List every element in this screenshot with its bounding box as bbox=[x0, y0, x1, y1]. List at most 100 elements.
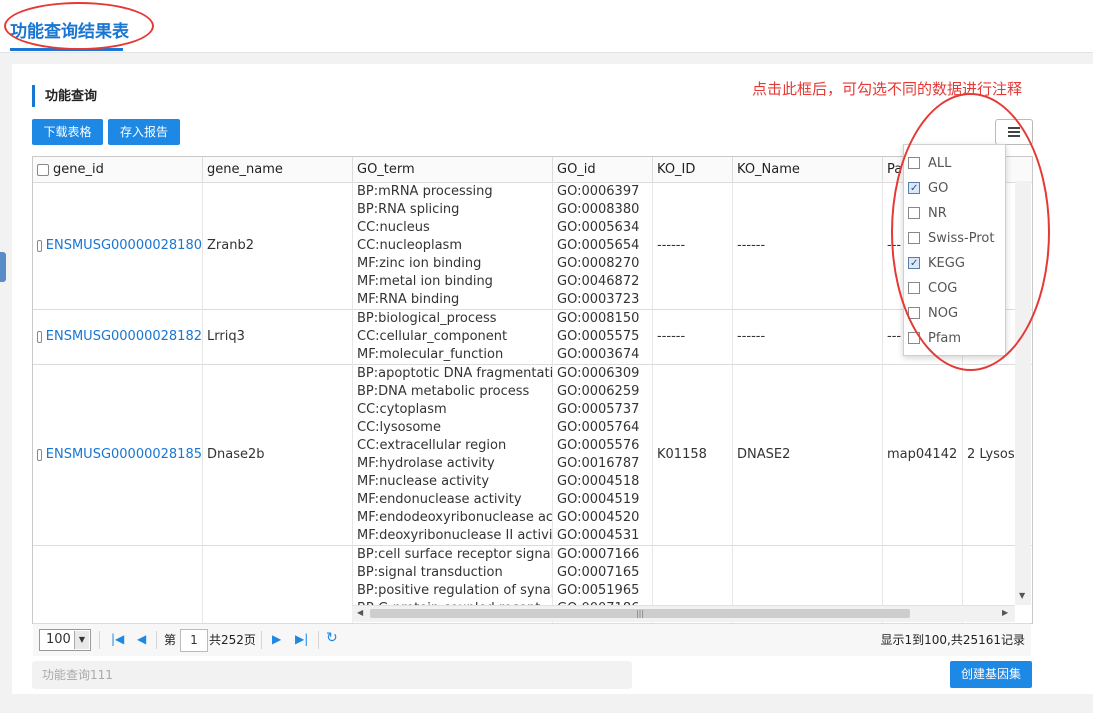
section-title: 功能查询 bbox=[32, 85, 97, 107]
refresh-icon[interactable]: ↻ bbox=[326, 630, 338, 646]
table-row[interactable]: ENSMUSG00000028180 Zranb2 BP:mRNA proces… bbox=[33, 182, 1032, 310]
gene-id-link[interactable]: ENSMUSG00000028180 bbox=[46, 238, 202, 253]
horizontal-scrollbar[interactable]: ◀ ||| ▶ bbox=[352, 605, 1015, 622]
page-label-prefix: 第 bbox=[164, 633, 177, 647]
go-term: MF:nuclease activity bbox=[357, 474, 490, 489]
go-term: MF:deoxyribonuclease II activity bbox=[357, 528, 553, 543]
go-term: CC:extracellular region bbox=[357, 438, 507, 453]
go-id: GO:0003674 bbox=[557, 347, 640, 362]
go-term: CC:cellular_component bbox=[357, 329, 508, 344]
go-term: BP:RNA splicing bbox=[357, 202, 460, 217]
go-id: GO:0006397 bbox=[557, 184, 640, 199]
go-term: BP:apoptotic DNA fragmentation bbox=[357, 366, 553, 381]
gene-id-cell bbox=[33, 545, 203, 623]
download-table-button[interactable]: 下载表格 bbox=[32, 119, 103, 145]
scroll-left-icon[interactable]: ◀ bbox=[357, 608, 363, 617]
row-checkbox[interactable] bbox=[37, 448, 42, 461]
row-checkbox[interactable] bbox=[37, 330, 42, 343]
go-id: GO:0006259 bbox=[557, 384, 640, 399]
gene-id-cell: ENSMUSG00000028180 bbox=[33, 182, 203, 309]
page-size-value: 100 bbox=[46, 632, 71, 647]
go-id: GO:0003723 bbox=[557, 292, 640, 307]
pagination-bar: 100 ▼ |◀ ◀ 第 1 共252页 ▶ ▶| ↻ 显示1到100,共251… bbox=[33, 623, 1031, 656]
column-header-ko-name[interactable]: KO_Name bbox=[733, 157, 883, 182]
dropdown-highlight-circle bbox=[891, 93, 1050, 371]
go-id: GO:0005764 bbox=[557, 420, 640, 435]
go-term: BP:biological_process bbox=[357, 311, 497, 326]
go-id: GO:0051965 bbox=[557, 583, 640, 598]
go-term: BP:signal transduction bbox=[357, 565, 503, 580]
go-id: GO:0005575 bbox=[557, 329, 640, 344]
column-header-gene-id[interactable]: gene_id bbox=[33, 157, 203, 182]
go-term: BP:cell surface receptor signali... bbox=[357, 547, 553, 562]
divider bbox=[99, 631, 100, 649]
create-gene-set-button[interactable]: 创建基因集 bbox=[950, 661, 1032, 688]
column-header-ko-id[interactable]: KO_ID bbox=[653, 157, 733, 182]
table-row[interactable]: ENSMUSG00000028185 Dnase2b BP:apoptotic … bbox=[33, 364, 1032, 546]
gene-name-cell: Zranb2 bbox=[203, 182, 353, 309]
ko-id-cell: K01158 bbox=[653, 364, 733, 545]
go-id-cell: GO:0008150 GO:0005575 GO:0003674 bbox=[553, 309, 653, 364]
gene-id-cell: ENSMUSG00000028182 bbox=[33, 309, 203, 364]
go-id: GO:0007165 bbox=[557, 565, 640, 580]
gene-name-cell bbox=[203, 545, 353, 623]
total-pages-label: 共252页 bbox=[209, 633, 256, 647]
column-header-gene-name[interactable]: gene_name bbox=[203, 157, 353, 182]
go-id: GO:0006309 bbox=[557, 366, 640, 381]
next-page-icon[interactable]: ▶ bbox=[272, 632, 281, 646]
divider bbox=[156, 631, 157, 649]
table-row[interactable]: ENSMUSG00000028182 Lrriq3 BP:biological_… bbox=[33, 309, 1032, 365]
row-checkbox[interactable] bbox=[37, 239, 42, 252]
prev-page-icon[interactable]: ◀ bbox=[137, 632, 146, 646]
last-page-icon[interactable]: ▶| bbox=[295, 632, 308, 646]
ko-name-cell: ------ bbox=[733, 309, 883, 364]
go-term-cell: BP:apoptotic DNA fragmentation BP:DNA me… bbox=[353, 364, 553, 545]
gene-id-link[interactable]: ENSMUSG00000028185 bbox=[46, 447, 202, 462]
gene-name-cell: Lrriq3 bbox=[203, 309, 353, 364]
go-term: BP:positive regulation of synap... bbox=[357, 583, 553, 598]
page-size-select[interactable]: 100 ▼ bbox=[39, 629, 91, 651]
gene-name-cell: Dnase2b bbox=[203, 364, 353, 545]
table-header: gene_id gene_name GO_term GO_id KO_ID KO… bbox=[33, 157, 1032, 183]
top-bar: 功能查询结果表 bbox=[0, 0, 1093, 53]
go-id: GO:0008150 bbox=[557, 311, 640, 326]
go-id: GO:0005654 bbox=[557, 238, 640, 253]
title-highlight-circle bbox=[4, 2, 154, 50]
save-report-button[interactable]: 存入报告 bbox=[108, 119, 180, 145]
go-term: MF:metal ion binding bbox=[357, 274, 493, 289]
go-id-cell: GO:0006309 GO:0006259 GO:0005737 GO:0005… bbox=[553, 364, 653, 545]
go-term: MF:hydrolase activity bbox=[357, 456, 495, 471]
side-collapse-tab[interactable] bbox=[0, 252, 6, 282]
gene-id-link[interactable]: ENSMUSG00000028182 bbox=[46, 329, 202, 344]
go-term: MF:RNA binding bbox=[357, 292, 460, 307]
go-id: GO:0004518 bbox=[557, 474, 640, 489]
go-id: GO:0008380 bbox=[557, 202, 640, 217]
horizontal-scroll-thumb[interactable]: ||| bbox=[370, 609, 910, 618]
gene-set-name-input[interactable]: 功能查询111 bbox=[32, 661, 632, 689]
select-all-checkbox[interactable] bbox=[37, 163, 49, 176]
column-header-label: gene_id bbox=[53, 162, 104, 177]
chevron-down-icon[interactable]: ▼ bbox=[74, 631, 89, 649]
divider bbox=[261, 631, 262, 649]
column-header-go-term[interactable]: GO_term bbox=[353, 157, 553, 182]
go-term: BP:mRNA processing bbox=[357, 184, 493, 199]
go-term: MF:zinc ion binding bbox=[357, 256, 482, 271]
ko-name-cell: DNASE2 bbox=[733, 364, 883, 545]
go-id: GO:0005576 bbox=[557, 438, 640, 453]
ko-id-cell: ------ bbox=[653, 182, 733, 309]
go-id: GO:0005737 bbox=[557, 402, 640, 417]
go-term-cell: BP:mRNA processing BP:RNA splicing CC:nu… bbox=[353, 182, 553, 309]
scroll-down-icon[interactable]: ▼ bbox=[1019, 591, 1025, 600]
first-page-icon[interactable]: |◀ bbox=[111, 632, 124, 646]
go-id-cell: GO:0006397 GO:0008380 GO:0005634 GO:0005… bbox=[553, 182, 653, 309]
go-id: GO:0005634 bbox=[557, 220, 640, 235]
results-table: gene_id gene_name GO_term GO_id KO_ID KO… bbox=[32, 156, 1033, 624]
page-number-input[interactable]: 1 bbox=[180, 629, 208, 652]
column-header-go-id[interactable]: GO_id bbox=[553, 157, 653, 182]
ko-name-cell: ------ bbox=[733, 182, 883, 309]
go-term: BP:DNA metabolic process bbox=[357, 384, 530, 399]
go-id: GO:0046872 bbox=[557, 274, 640, 289]
go-id: GO:0007166 bbox=[557, 547, 640, 562]
go-term: MF:endodeoxyribonuclease act... bbox=[357, 510, 553, 525]
scroll-right-icon[interactable]: ▶ bbox=[1002, 608, 1008, 617]
